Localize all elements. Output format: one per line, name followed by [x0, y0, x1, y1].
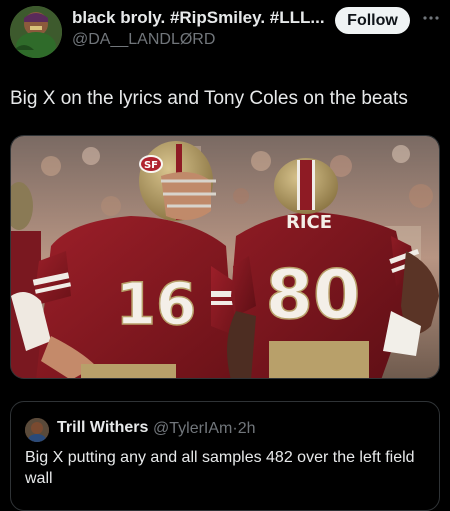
tweet-text: Big X on the lyrics and Tony Coles on th… [10, 88, 408, 109]
quote-handle[interactable]: @TylerIAm [153, 420, 232, 437]
quote-avatar-image [25, 418, 49, 442]
jersey-number-80: 80 [266, 256, 361, 335]
quote-text: Big X putting any and all samples 482 ov… [25, 449, 415, 487]
helmet-logo: SF [144, 160, 158, 171]
jersey-number-16: 16 [116, 270, 197, 338]
football-players-image: 16 SF RICE 80 [11, 136, 439, 378]
display-name[interactable]: black broly. #RipSmiley. #LLL... [72, 8, 324, 28]
jersey-name-rice: RICE [286, 212, 332, 233]
quote-meta: @TylerIAm·2h [153, 420, 255, 438]
quote-display-name[interactable]: Trill Withers [57, 419, 148, 437]
quote-timestamp[interactable]: 2h [238, 420, 256, 437]
more-horizontal-icon[interactable] [421, 10, 441, 26]
user-handle[interactable]: @DA__LANDLØRD [72, 31, 215, 49]
quote-avatar[interactable] [25, 418, 49, 442]
tweet-photo[interactable]: 16 SF RICE 80 [10, 135, 440, 379]
quoted-tweet-card[interactable]: Trill Withers @TylerIAm·2h Big X putting… [10, 401, 440, 511]
avatar[interactable] [10, 6, 62, 58]
avatar-image [10, 6, 62, 58]
follow-button[interactable]: Follow [335, 7, 410, 34]
